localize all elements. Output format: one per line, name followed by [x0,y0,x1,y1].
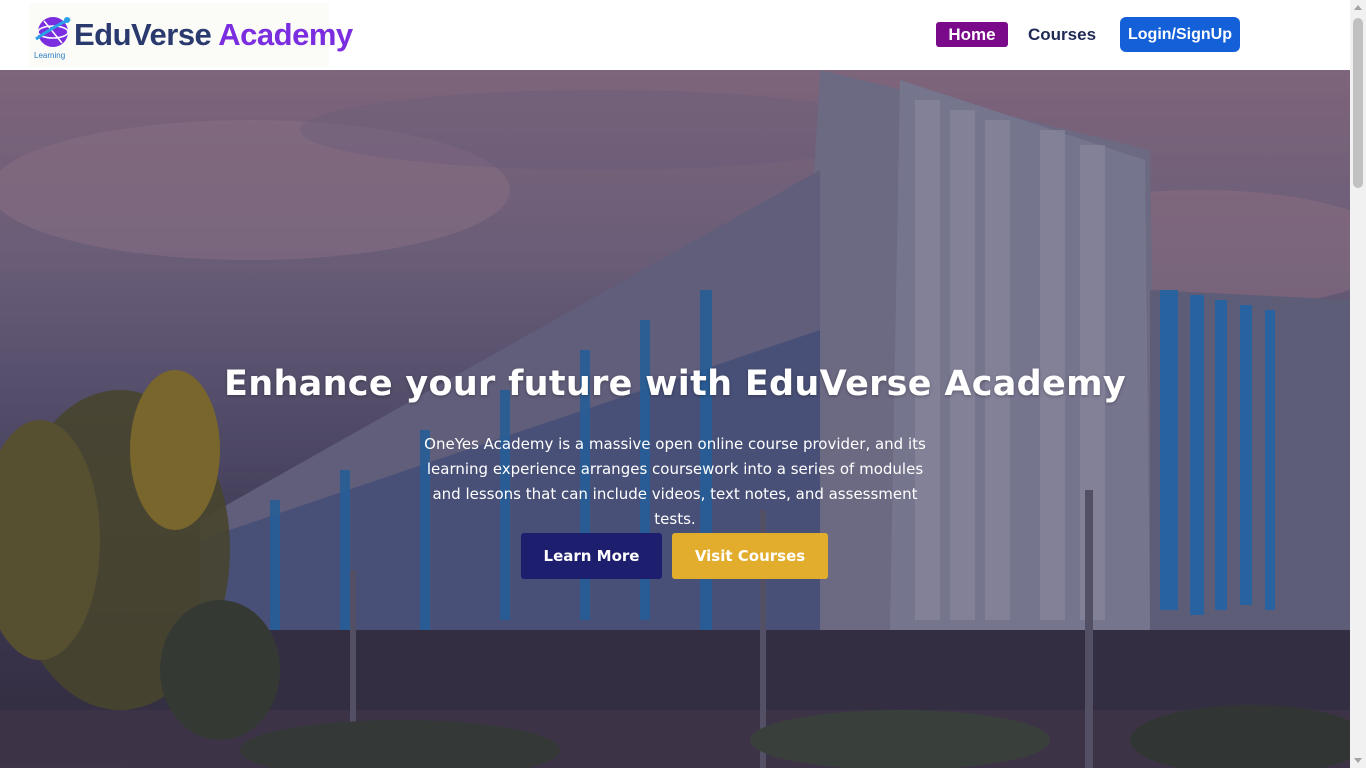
hero-description: OneYes Academy is a massive open online … [424,435,926,528]
visit-courses-button[interactable]: Visit Courses [672,533,828,579]
hero-overlay [0,70,1350,768]
nav-home-link[interactable]: Home [936,22,1008,47]
login-signup-button[interactable]: Login/SignUp [1120,17,1240,52]
globe-logo-icon [35,17,71,47]
brand-name-first: EduVerse [74,17,212,52]
learn-more-button[interactable]: Learn More [521,533,662,579]
brand-logo[interactable]: Learning EduVerse Academy [29,3,353,67]
nav-courses-link[interactable]: Courses [1028,22,1096,47]
hero-section: Enhance your future with EduVerse Academ… [0,70,1350,768]
brand-name: EduVerse Academy [74,19,353,50]
hero-title: Enhance your future with EduVerse Academ… [224,364,1126,404]
logo-tagline: Learning [34,51,66,60]
scroll-down-icon[interactable] [1354,758,1362,763]
page-scrollbar[interactable] [1350,0,1366,768]
navbar: Learning EduVerse Academy Home Courses L… [0,0,1350,70]
scrollbar-thumb[interactable] [1353,18,1363,188]
scroll-up-icon[interactable] [1354,5,1362,10]
brand-name-second: Academy [218,17,353,52]
